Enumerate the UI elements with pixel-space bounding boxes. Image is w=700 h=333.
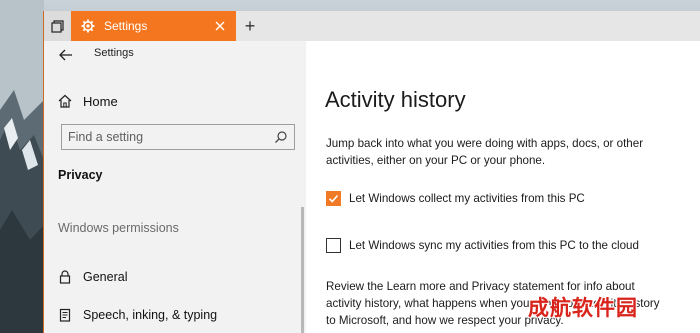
section-heading: Privacy	[58, 168, 103, 182]
search-icon[interactable]	[274, 130, 288, 144]
sync-activities-option[interactable]: Let Windows sync my activities from this…	[326, 236, 639, 254]
sidebar-item-home[interactable]: Home	[44, 89, 306, 113]
checkmark-icon	[328, 194, 339, 203]
title-bar: Settings +	[44, 11, 700, 41]
gear-icon	[81, 19, 95, 33]
sidebar-item-label: Home	[83, 93, 118, 109]
document-icon	[58, 308, 72, 322]
search-input[interactable]: Find a setting	[61, 124, 295, 150]
search-placeholder: Find a setting	[68, 130, 144, 144]
task-view-icon	[51, 19, 64, 33]
sidebar: Settings Home Find a setting Privacy Win…	[44, 41, 306, 333]
group-heading: Windows permissions	[58, 221, 179, 235]
tab-settings[interactable]: Settings	[71, 11, 236, 41]
tab-title: Settings	[104, 19, 148, 33]
back-arrow-icon[interactable]	[58, 47, 74, 63]
close-icon[interactable]	[213, 19, 227, 33]
checkbox-label: Let Windows sync my activities from this…	[349, 238, 639, 252]
page-title: Activity history	[325, 87, 466, 112]
collect-activities-checkbox[interactable]	[326, 190, 341, 206]
sidebar-item-label: General	[83, 270, 128, 284]
sidebar-item-label: Speech, inking, & typing	[83, 308, 218, 322]
app-title: Settings	[94, 47, 134, 59]
collect-activities-option[interactable]: Let Windows collect my activities from t…	[326, 189, 585, 207]
sidebar-item-speech[interactable]: Speech, inking, & typing	[44, 303, 306, 327]
sidebar-item-general[interactable]: General	[44, 265, 306, 289]
checkbox-label: Let Windows collect my activities from t…	[349, 191, 585, 205]
home-icon	[58, 94, 72, 108]
lock-icon	[58, 270, 72, 284]
new-tab-button[interactable]: +	[240, 16, 260, 36]
task-view-button[interactable]	[44, 11, 71, 41]
back-row: Settings	[44, 41, 306, 71]
sync-activities-checkbox[interactable]	[326, 237, 341, 253]
main-content: Activity history Jump back into what you…	[306, 41, 700, 333]
page-description: Jump back into what you were doing with …	[326, 137, 644, 167]
desktop-wallpaper	[0, 0, 44, 333]
watermark-logo: 成航软件园	[528, 296, 638, 320]
sidebar-scrollbar[interactable]	[301, 207, 304, 333]
settings-window: Settings + Settings Home Find a setting …	[43, 11, 700, 333]
